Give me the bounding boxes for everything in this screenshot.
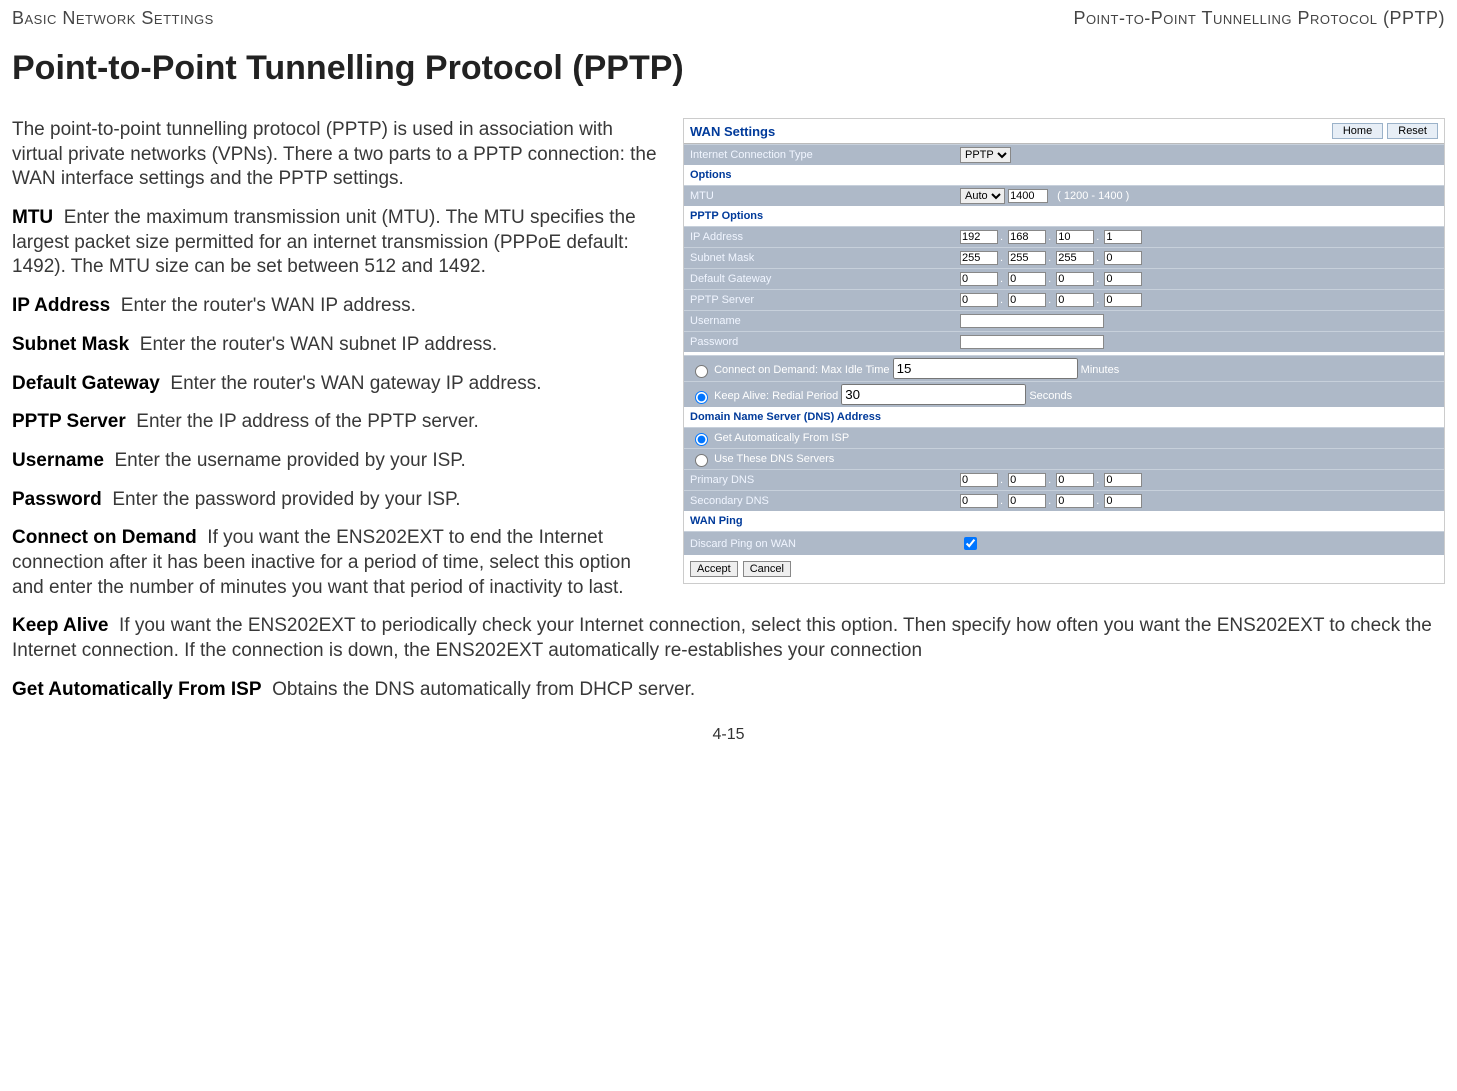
row-dns-these: Use These DNS Servers [684,448,1444,469]
page-title: Point-to-Point Tunnelling Protocol (PPTP… [12,49,1445,88]
row-pass: Password [684,331,1444,352]
reset-button[interactable]: Reset [1387,123,1438,139]
redial-input[interactable] [841,384,1026,405]
sdns-o2[interactable] [1008,494,1046,508]
ip-o1[interactable] [960,230,998,244]
topbar-left: Basic Network Settings [12,8,214,29]
field-ka: Keep Alive If you want the ENS202EXT to … [12,614,1445,663]
cancel-button[interactable]: Cancel [743,561,791,577]
dns-auto-label: Get Automatically From ISP [714,432,849,444]
section-pptp: PPTP Options [684,206,1444,226]
mask-o3[interactable] [1056,251,1094,265]
row-user: Username [684,310,1444,331]
label-secondary-dns: Secondary DNS [690,495,960,507]
row-discard-ping: Discard Ping on WAN [684,531,1444,555]
row-gw: Default Gateway . . . [684,268,1444,289]
label-mask: Subnet Mask [690,252,960,264]
label-conn-type: Internet Connection Type [690,149,960,161]
gw-o3[interactable] [1056,272,1094,286]
row-secondary-dns: Secondary DNS . . . [684,490,1444,511]
connect-demand-label: Connect on Demand: Max Idle Time [714,364,889,376]
discard-ping-checkbox[interactable] [964,537,977,550]
pdns-o4[interactable] [1104,473,1142,487]
srv-o4[interactable] [1104,293,1142,307]
srv-o1[interactable] [960,293,998,307]
bottom-buttons: Accept Cancel [684,555,1444,583]
wan-settings-panel: WAN Settings Home Reset Internet Connect… [683,118,1445,584]
row-keep-alive: Keep Alive: Redial Period Seconds [684,381,1444,407]
mask-o4[interactable] [1104,251,1142,265]
pdns-o1[interactable] [960,473,998,487]
row-conn-type: Internet Connection Type PPTP [684,144,1444,165]
conn-type-select[interactable]: PPTP [960,147,1011,163]
dns-auto-radio[interactable] [695,433,708,446]
srv-o2[interactable] [1008,293,1046,307]
mask-o2[interactable] [1008,251,1046,265]
row-dns-auto: Get Automatically From ISP [684,427,1444,448]
row-primary-dns: Primary DNS . . . [684,469,1444,490]
label-srv: PPTP Server [690,294,960,306]
label-mtu: MTU [690,190,960,202]
mtu-range: ( 1200 - 1400 ) [1057,190,1129,202]
label-pass: Password [690,336,960,348]
mtu-value-input[interactable] [1008,189,1048,203]
pdns-o3[interactable] [1056,473,1094,487]
row-mask: Subnet Mask . . . [684,247,1444,268]
row-ip: IP Address . . . [684,226,1444,247]
idle-time-input[interactable] [893,358,1078,379]
label-ip: IP Address [690,231,960,243]
gw-o1[interactable] [960,272,998,286]
sdns-o4[interactable] [1104,494,1142,508]
label-primary-dns: Primary DNS [690,474,960,486]
connect-demand-suffix: Minutes [1081,364,1120,376]
accept-button[interactable]: Accept [690,561,738,577]
srv-o3[interactable] [1056,293,1094,307]
home-button[interactable]: Home [1332,123,1383,139]
username-input[interactable] [960,314,1104,328]
section-dns: Domain Name Server (DNS) Address [684,407,1444,427]
password-input[interactable] [960,335,1104,349]
dns-these-radio[interactable] [695,454,708,467]
keep-alive-suffix: Seconds [1029,390,1072,402]
field-auto: Get Automatically From ISP Obtains the D… [12,678,1445,703]
keep-alive-label: Keep Alive: Redial Period [714,390,838,402]
row-connect-demand: Connect on Demand: Max Idle Time Minutes [684,355,1444,381]
section-options: Options [684,165,1444,185]
keep-alive-radio[interactable] [695,391,708,404]
section-wan-ping: WAN Ping [684,511,1444,531]
label-user: Username [690,315,960,327]
panel-title: WAN Settings [690,124,775,139]
mtu-mode-select[interactable]: Auto [960,188,1005,204]
sdns-o3[interactable] [1056,494,1094,508]
sdns-o1[interactable] [960,494,998,508]
row-srv: PPTP Server . . . [684,289,1444,310]
ip-o2[interactable] [1008,230,1046,244]
panel-header: WAN Settings Home Reset [684,119,1444,144]
label-gw: Default Gateway [690,273,960,285]
page-number: 4-15 [12,726,1445,744]
gw-o2[interactable] [1008,272,1046,286]
row-mtu: MTU Auto ( 1200 - 1400 ) [684,185,1444,206]
pdns-o2[interactable] [1008,473,1046,487]
topbar-right: Point-to-Point Tunnelling Protocol (PPTP… [1073,8,1445,29]
dns-these-label: Use These DNS Servers [714,453,834,465]
ip-o3[interactable] [1056,230,1094,244]
mask-o1[interactable] [960,251,998,265]
gw-o4[interactable] [1104,272,1142,286]
top-bar: Basic Network Settings Point-to-Point Tu… [12,8,1445,29]
label-discard-ping: Discard Ping on WAN [690,538,960,550]
ip-o4[interactable] [1104,230,1142,244]
connect-demand-radio[interactable] [695,365,708,378]
